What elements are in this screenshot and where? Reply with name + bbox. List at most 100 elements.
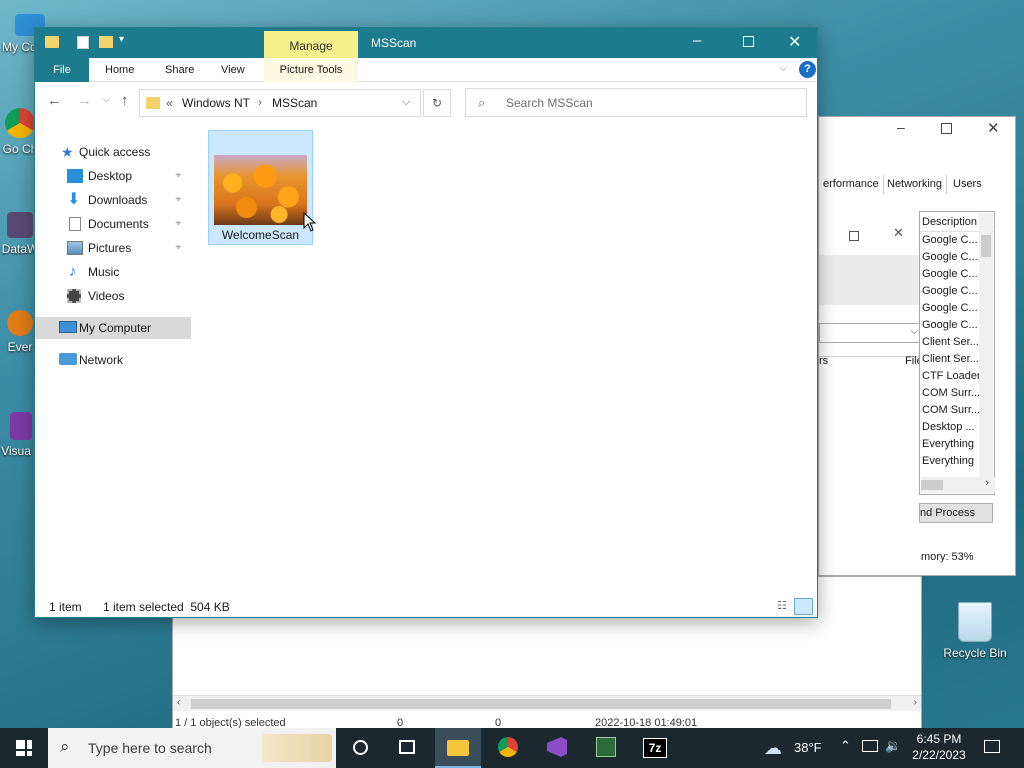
sidebar-item-desktop[interactable]: Desktop ⌖ (35, 165, 191, 187)
clock[interactable]: 6:45 PM 2/22/2023 (908, 731, 970, 763)
sidebar-item-documents[interactable]: Documents ⌖ (35, 213, 191, 235)
notifications-button[interactable] (976, 728, 1016, 768)
chrome-icon (5, 108, 35, 138)
documents-icon (69, 217, 81, 231)
chrome-taskbar[interactable] (485, 728, 531, 768)
chevron-down-icon[interactable]: ▾ (119, 34, 124, 45)
chevron-up-icon[interactable]: ⌃ (840, 738, 851, 754)
ribbon-tabs: File Home Share View Picture Tools ⌵ ? (35, 58, 817, 82)
desktop-icon-label: Recycle Bin (943, 646, 1007, 660)
start-button[interactable] (0, 728, 46, 768)
sidebar-item-network[interactable]: Network (35, 349, 191, 371)
sidebar-item-downloads[interactable]: ⬇ Downloads ⌖ (35, 189, 191, 211)
forward-arrow-icon[interactable]: → (77, 92, 92, 109)
manage-context-tab[interactable]: Manage (264, 31, 358, 58)
close-icon[interactable]: ✕ (893, 225, 904, 241)
search-highlight-illustration-icon (262, 734, 332, 762)
refresh-button[interactable]: ↻ (423, 89, 451, 117)
desktop-icon-recycle-bin[interactable]: Recycle Bin (940, 602, 1010, 660)
pin-icon[interactable]: ⌖ (175, 237, 181, 259)
volume-icon[interactable]: 🔉 (885, 738, 901, 754)
sidebar-item-videos[interactable]: Videos (35, 285, 191, 307)
sidebar-item-my-computer[interactable]: My Computer (35, 317, 191, 339)
cortana-button[interactable] (338, 728, 384, 768)
tab-share[interactable]: Share (151, 58, 208, 82)
weather-widget[interactable]: ☁ 38°F (760, 728, 830, 768)
file-item-welcomescan[interactable]: WelcomeScan (208, 130, 313, 245)
scrollbar-thumb[interactable] (981, 235, 991, 257)
everything-icon (7, 310, 33, 336)
pin-icon[interactable]: ⌖ (175, 189, 181, 211)
search-box[interactable]: ⌕ Search MSScan (465, 88, 807, 117)
clock-date: 2/22/2023 (912, 748, 966, 762)
title-bar[interactable]: ▾ Manage MSScan – ✕ (35, 28, 817, 58)
breadcrumb-overflow[interactable]: « (166, 96, 173, 110)
pin-icon[interactable]: ⌖ (175, 165, 181, 187)
tab-networking[interactable]: Networking (883, 175, 948, 194)
scroll-left-icon[interactable]: ‹ (177, 697, 180, 708)
search-icon: ⌕ (478, 95, 486, 110)
up-arrow-icon[interactable]: ↑ (121, 92, 129, 109)
status-bar: 1 item 1 item selected 504 KB ☷ (35, 594, 817, 618)
scroll-right-icon[interactable]: › (914, 697, 917, 708)
visual-studio-taskbar[interactable] (534, 728, 580, 768)
large-icons-view-icon[interactable] (794, 598, 813, 615)
pictures-icon (67, 241, 83, 255)
music-note-icon: ♪ (69, 263, 77, 280)
sevenzip-taskbar[interactable]: 7z (632, 728, 678, 768)
sidebar-item-pictures[interactable]: Pictures ⌖ (35, 237, 191, 259)
item-count: 1 item (49, 600, 82, 614)
dialog-dropdown[interactable]: ⌵ (819, 323, 923, 343)
maximize-icon[interactable] (849, 231, 859, 241)
monitor-icon (59, 321, 77, 333)
tab-view[interactable]: View (207, 58, 259, 82)
maximize-icon[interactable] (941, 123, 952, 134)
desktop-icon (67, 169, 83, 183)
recycle-bin-icon (958, 602, 992, 642)
close-icon[interactable]: ✕ (788, 32, 801, 52)
scroll-right-icon[interactable]: › (985, 477, 989, 489)
recent-locations-icon[interactable]: ⌵ (103, 94, 110, 105)
file-explorer-taskbar[interactable] (435, 728, 481, 768)
address-dropdown-icon[interactable]: ⌵ (402, 96, 410, 109)
network-status-icon[interactable] (862, 740, 878, 752)
taskbar-search-placeholder: Type here to search (88, 740, 212, 756)
vertical-scrollbar[interactable] (979, 213, 993, 477)
sidebar-item-music[interactable]: ♪ Music (35, 261, 191, 283)
minimize-icon[interactable]: – (897, 119, 905, 135)
scrollbar-thumb[interactable] (191, 699, 891, 709)
task-view-button[interactable] (384, 728, 430, 768)
taskbar-search-box[interactable]: ⌕ Type here to search (48, 728, 336, 768)
tab-picture-tools[interactable]: Picture Tools (264, 58, 358, 82)
breadcrumb-item-windows-nt[interactable]: Windows NT (182, 96, 250, 110)
tab-performance[interactable]: erformance (819, 175, 884, 194)
help-icon[interactable]: ? (799, 61, 816, 78)
task-manager-window: – ✕ erformance Networking Users ✕ ⌵ rs F… (818, 116, 1016, 576)
pin-icon[interactable]: ⌖ (175, 213, 181, 235)
sidebar-item-quick-access[interactable]: ★ Quick access (35, 141, 191, 163)
address-bar[interactable]: « Windows NT › MSScan ⌵ (139, 89, 421, 117)
scrollbar-thumb[interactable] (921, 480, 943, 490)
end-process-button[interactable]: nd Process (919, 503, 993, 523)
process-list-hscroll[interactable]: › (921, 477, 995, 493)
refresh-icon: ↻ (431, 96, 443, 110)
breadcrumb-separator-icon: › (258, 95, 262, 109)
process-monitor-icon (596, 737, 616, 757)
expand-ribbon-icon[interactable]: ⌵ (779, 62, 787, 75)
new-folder-icon[interactable] (99, 36, 113, 48)
close-icon[interactable]: ✕ (987, 119, 1000, 137)
horizontal-scrollbar[interactable]: ‹ › (173, 695, 921, 711)
maximize-icon[interactable] (743, 36, 754, 47)
tab-users[interactable]: Users (949, 175, 986, 194)
breadcrumb-item-msscan[interactable]: MSScan (272, 96, 317, 110)
minimize-icon[interactable]: – (693, 32, 701, 49)
back-arrow-icon[interactable]: ← (47, 92, 62, 109)
details-view-icon[interactable]: ☷ (773, 598, 791, 614)
navigation-bar: ← → ⌵ ↑ « Windows NT › MSScan ⌵ ↻ ⌕ Sear… (35, 83, 817, 121)
tab-home[interactable]: Home (91, 58, 148, 82)
tab-file[interactable]: File (35, 58, 89, 82)
file-list-area[interactable]: WelcomeScan (191, 121, 817, 591)
process-explorer-taskbar[interactable] (583, 728, 629, 768)
datawindow-icon (7, 212, 33, 238)
properties-icon[interactable] (77, 36, 89, 49)
